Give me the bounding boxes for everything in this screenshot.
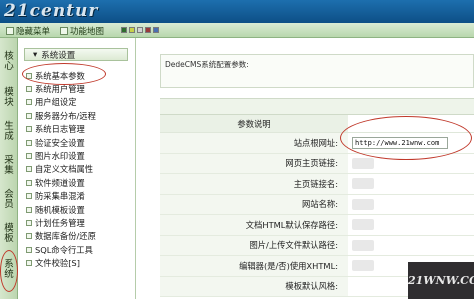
row-label: 编辑器(是/否)使用XHTML: [160, 256, 348, 276]
theme-swatch[interactable] [153, 27, 159, 33]
toolbar: 隐藏菜单 功能地图 [0, 23, 474, 38]
main-content: DedeCMS系统配置参数: 参数说明 站点根网址: http://www.21… [136, 38, 474, 299]
config-info-box: DedeCMS系统配置参数: [160, 54, 474, 88]
row-label: 模板默认风格: [160, 276, 348, 296]
config-info-text: DedeCMS系统配置参数: [165, 60, 249, 69]
sidebar-item[interactable]: 系统用户管理 [26, 82, 96, 95]
tab-generate[interactable]: 生成 [0, 122, 18, 142]
row-label: 网页主页链接: [160, 153, 348, 173]
nav-section-header[interactable]: ▾ 系统设置 [24, 48, 128, 61]
site-root-url-input[interactable]: http://www.21wnw.com [352, 136, 448, 149]
row-label: 图片/上传文件默认路径: [160, 235, 348, 255]
tab-core[interactable]: 核心 [0, 52, 18, 72]
theme-swatch[interactable] [145, 27, 151, 33]
value-field[interactable] [352, 239, 374, 251]
table-row: 网站名称: [160, 194, 474, 215]
sidebar-item[interactable]: 自定义文档属性 [26, 163, 96, 176]
tab-modules[interactable]: 模块 [0, 88, 18, 108]
tab-members[interactable]: 会员 [0, 190, 18, 210]
sidebar-item[interactable]: 随机模板设置 [26, 203, 96, 216]
table-row: 站点根网址: http://www.21wnw.com [160, 133, 474, 154]
bullet-icon [26, 193, 32, 200]
sidebar-item[interactable]: 数据库备份/还原 [26, 230, 96, 243]
bullet-icon [26, 139, 32, 146]
tab-templates[interactable]: 模板 [0, 224, 18, 244]
nav-section-title: 系统设置 [41, 50, 76, 61]
bullet-icon [26, 246, 32, 253]
table-row: 文档HTML默认保存路径: [160, 215, 474, 236]
value-field[interactable] [352, 198, 374, 210]
sidebar-item[interactable]: 服务器分布/远程 [26, 109, 96, 122]
sidebar-item[interactable]: 防采集串混淆 [26, 190, 96, 203]
table-top-bar [160, 98, 474, 115]
bullet-icon [26, 206, 32, 213]
sidebar-item[interactable]: 软件频道设置 [26, 176, 96, 189]
theme-swatches [121, 27, 159, 33]
bullet-icon [26, 72, 32, 79]
bullet-icon [26, 233, 32, 240]
hide-menu-icon [6, 26, 14, 35]
sidebar-item[interactable]: 图片水印设置 [26, 149, 96, 162]
sidebar-item[interactable]: 计划任务管理 [26, 216, 96, 229]
nav-list: 系统基本参数 系统用户管理 用户组设定 服务器分布/远程 系统日志管理 验证安全… [26, 69, 96, 270]
table-column-header: 参数说明 [160, 115, 474, 133]
value-field[interactable] [352, 219, 374, 231]
bullet-icon [26, 99, 32, 106]
site-logo: 21centur [4, 1, 99, 21]
sidebar-item[interactable]: SQL命令行工具 [26, 243, 96, 256]
function-map-icon [60, 26, 68, 35]
theme-swatch[interactable] [121, 27, 127, 33]
tab-system[interactable]: 系统 [0, 260, 18, 280]
bullet-icon [26, 260, 32, 267]
collapse-arrow-icon: ▾ [33, 49, 38, 60]
tab-collect[interactable]: 采集 [0, 156, 18, 176]
sidebar-item[interactable]: 用户组设定 [26, 96, 96, 109]
value-field[interactable] [352, 178, 374, 190]
watermark-logo: 21WNW.COM [408, 262, 474, 299]
row-label: 文档HTML默认保存路径: [160, 215, 348, 235]
table-row: 主页链接名: [160, 174, 474, 195]
table-row: 网页主页链接: [160, 153, 474, 174]
theme-swatch[interactable] [137, 27, 143, 33]
hide-menu-button[interactable]: 隐藏菜单 [6, 25, 51, 37]
bullet-icon [26, 126, 32, 133]
theme-swatch[interactable] [129, 27, 135, 33]
sidebar-item[interactable]: 系统日志管理 [26, 123, 96, 136]
sidebar-item[interactable]: 文件校验[S] [26, 256, 96, 269]
bullet-icon [26, 86, 32, 93]
left-vertical-tabs: 核心 模块 生成 采集 会员 模板 系统 [0, 38, 18, 299]
function-map-label: 功能地图 [70, 26, 105, 37]
sidebar-item[interactable]: 验证安全设置 [26, 136, 96, 149]
top-header-bar: 21centur [0, 0, 474, 23]
row-label: 主页链接名: [160, 174, 348, 194]
bullet-icon [26, 153, 32, 160]
row-label: 站点根网址: [160, 133, 348, 153]
bullet-icon [26, 219, 32, 226]
param-description-header: 参数说明 [160, 115, 348, 132]
sidebar-nav: ▾ 系统设置 系统基本参数 系统用户管理 用户组设定 服务器分布/远程 系统日志… [18, 38, 136, 299]
bullet-icon [26, 112, 32, 119]
table-row: 图片/上传文件默认路径: [160, 235, 474, 256]
row-label: 网站名称: [160, 194, 348, 214]
value-field[interactable] [352, 157, 374, 169]
sidebar-item[interactable]: 系统基本参数 [26, 69, 96, 82]
bullet-icon [26, 166, 32, 173]
bullet-icon [26, 179, 32, 186]
function-map-button[interactable]: 功能地图 [60, 25, 105, 37]
hide-menu-label: 隐藏菜单 [16, 26, 51, 37]
value-field[interactable] [352, 260, 374, 272]
